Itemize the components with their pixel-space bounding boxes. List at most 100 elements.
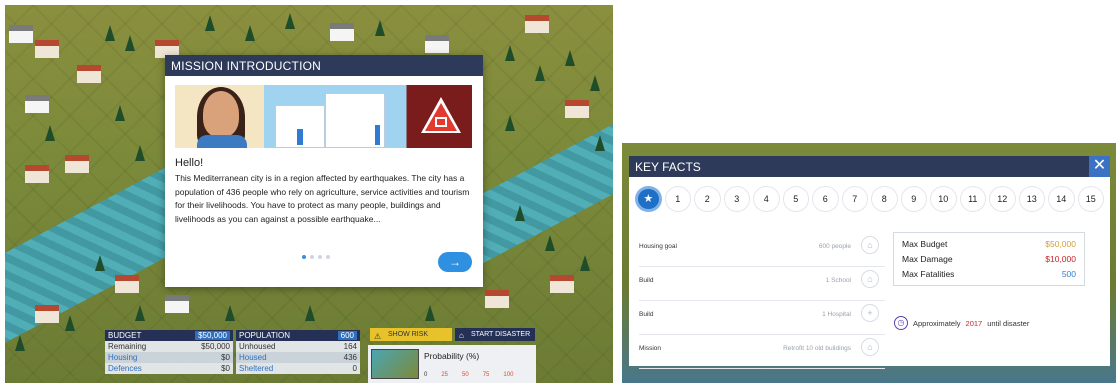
clock-icon: ◷ [894, 316, 908, 330]
tree [590, 75, 600, 91]
level-step[interactable]: 11 [959, 186, 986, 212]
row-label: Unhoused [239, 342, 276, 351]
tree [425, 305, 435, 321]
level-step[interactable]: 3 [723, 186, 750, 212]
house-icon: ⌂ [861, 236, 879, 254]
tree [15, 335, 25, 351]
school-icon: ⌂ [861, 270, 879, 288]
disaster-timer: ◷ Approximately 2017 until disaster [894, 316, 1029, 330]
close-icon[interactable]: ✕ [1089, 156, 1110, 177]
next-button[interactable]: → [438, 252, 472, 272]
building [330, 23, 354, 41]
level-step[interactable]: 6 [812, 186, 839, 212]
page-dot[interactable] [326, 255, 330, 259]
budget-row: Housing $0 [105, 352, 233, 363]
scale-tick: 75 [482, 372, 490, 378]
house-warning-icon: ⌂ [459, 331, 464, 340]
tree [595, 135, 605, 151]
level-step[interactable]: 9 [900, 186, 927, 212]
building [77, 65, 101, 83]
objective-label: Mission [639, 345, 662, 352]
level-step[interactable]: 1 [664, 186, 691, 212]
limits-panel: Max Budget $50,000 Max Damage $10,000 Ma… [893, 232, 1085, 286]
retrofit-icon: ⌂ [861, 338, 879, 356]
limit-value: $10,000 [1045, 254, 1076, 264]
show-risk-button[interactable]: ⚠ SHOW RISK [370, 328, 452, 341]
tree [285, 13, 295, 29]
building [165, 295, 189, 313]
limit-label: Max Fatalities [902, 269, 955, 279]
population-value: 600 [337, 331, 357, 340]
row-value: 0 [352, 364, 357, 373]
greeting: Hello! [175, 157, 204, 169]
start-disaster-label: START DISASTER [471, 331, 531, 338]
tree [515, 205, 525, 221]
building [115, 275, 139, 293]
objective-row: Build 1 School ⌂ [639, 267, 885, 301]
objective-value: Retrofit 10 old buildings [783, 345, 851, 352]
objective-row: Build 1 Hospital + [639, 301, 885, 335]
limit-label: Max Damage [902, 254, 953, 264]
building [550, 275, 574, 293]
level-step[interactable]: 2 [694, 186, 721, 212]
level-step[interactable]: 13 [1018, 186, 1045, 212]
level-star-icon[interactable]: ★ [635, 186, 662, 212]
row-label: Housed [239, 353, 267, 362]
tree [580, 255, 590, 271]
tree [45, 125, 55, 141]
dialog-title: MISSION INTRODUCTION [165, 55, 483, 76]
population-panel: POPULATION 600 Unhoused 164 Housed 436 S… [236, 330, 360, 374]
character-body [197, 135, 247, 148]
level-step[interactable]: 5 [782, 186, 809, 212]
budget-row: Remaining $50,000 [105, 341, 233, 352]
mission-illustration [175, 85, 472, 148]
building [35, 305, 59, 323]
level-step[interactable]: 7 [841, 186, 868, 212]
objective-label: Build [639, 311, 654, 318]
objective-row: Mission Retrofit 10 old buildings ⌂ [639, 335, 885, 369]
population-row: Unhoused 164 [236, 341, 360, 352]
hospital-icon: + [861, 304, 879, 322]
tree [65, 315, 75, 331]
tree [505, 45, 515, 61]
objective-label: Housing goal [639, 243, 677, 250]
tree [245, 25, 255, 41]
level-step[interactable]: 10 [930, 186, 957, 212]
key-facts-header: KEY FACTS ✕ [629, 156, 1110, 177]
scale-tick: 0 [424, 372, 428, 378]
level-step[interactable]: 12 [989, 186, 1016, 212]
start-disaster-button[interactable]: ⌂ START DISASTER [455, 328, 535, 341]
row-label: Sheltered [239, 364, 274, 373]
page-dot[interactable] [302, 255, 306, 259]
tree [135, 145, 145, 161]
warning-icon: ⚠ [374, 332, 382, 341]
tree [535, 65, 545, 81]
dialog-title: KEY FACTS [635, 160, 701, 174]
population-row: Housed 436 [236, 352, 360, 363]
limit-label: Max Budget [902, 239, 948, 249]
probability-title: Probability (%) [424, 351, 480, 361]
limit-row: Max Budget $50,000 [902, 237, 1076, 252]
limit-row: Max Fatalities 500 [902, 267, 1076, 282]
objective-value: 1 School [825, 277, 851, 284]
page-dot[interactable] [318, 255, 322, 259]
population-header: POPULATION 600 [236, 330, 360, 341]
budget-row: Defences $0 [105, 363, 233, 374]
door-illustration [375, 125, 380, 145]
tree [225, 305, 235, 321]
tree [125, 35, 135, 51]
row-label: Remaining [108, 342, 147, 351]
level-step[interactable]: 4 [753, 186, 780, 212]
building [25, 95, 49, 113]
budget-header: BUDGET $50,000 [105, 330, 233, 341]
scale-tick: 50 [462, 372, 469, 378]
page-dot[interactable] [310, 255, 314, 259]
tree [95, 255, 105, 271]
row-value: 436 [343, 353, 357, 362]
level-step[interactable]: 15 [1077, 186, 1104, 212]
level-step[interactable]: 14 [1048, 186, 1075, 212]
tree [135, 305, 145, 321]
row-value: $0 [221, 353, 230, 362]
pagination-dots[interactable] [302, 255, 330, 259]
level-step[interactable]: 8 [871, 186, 898, 212]
